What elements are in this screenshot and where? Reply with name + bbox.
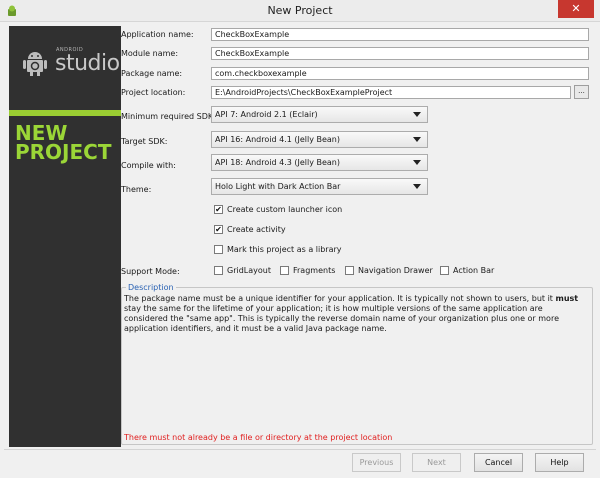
error-message: There must not already be a file or dire…: [124, 433, 393, 442]
accent-bar: [9, 110, 121, 116]
create-launcher-icon-label: Create custom launcher icon: [227, 205, 343, 214]
sidebar-banner: ANDROID studio NEW PROJECT: [9, 26, 121, 447]
previous-button[interactable]: Previous: [352, 453, 401, 472]
title-bar: New Project ✕: [0, 0, 600, 22]
empty-checkbox-icon: [345, 266, 354, 275]
support-mode-label: Support Mode:: [121, 267, 180, 276]
fragments-checkbox[interactable]: Fragments: [280, 266, 335, 275]
package-name-input[interactable]: com.checkboxexample: [211, 67, 589, 80]
create-activity-label: Create activity: [227, 225, 286, 234]
compile-with-label: Compile with:: [121, 161, 176, 170]
mark-library-label: Mark this project as a library: [227, 245, 342, 254]
target-sdk-label: Target SDK:: [121, 137, 168, 146]
theme-label: Theme:: [121, 185, 152, 194]
empty-checkbox-icon: [214, 245, 223, 254]
package-name-label: Package name:: [121, 69, 183, 78]
gridlayout-label: GridLayout: [227, 266, 271, 275]
create-activity-checkbox[interactable]: ✔ Create activity: [214, 225, 286, 234]
navigation-drawer-checkbox[interactable]: Navigation Drawer: [345, 266, 433, 275]
chevron-down-icon: [413, 112, 421, 117]
fragments-label: Fragments: [293, 266, 336, 275]
description-text-emphasis: must: [555, 294, 579, 303]
close-button[interactable]: ✕: [558, 0, 594, 18]
chevron-down-icon: [413, 160, 421, 165]
logo-word: studio: [55, 51, 120, 76]
description-text: The package name must be a unique identi…: [124, 294, 588, 334]
project-location-label: Project location:: [121, 88, 186, 97]
gridlayout-checkbox[interactable]: GridLayout: [214, 266, 271, 275]
description-text-part: The package name must be a unique identi…: [124, 294, 556, 303]
navigation-drawer-label: Navigation Drawer: [358, 266, 433, 275]
chevron-down-icon: [413, 137, 421, 142]
empty-checkbox-icon: [214, 266, 223, 275]
checkmark-icon: ✔: [214, 205, 223, 214]
chevron-down-icon: [413, 184, 421, 189]
help-button[interactable]: Help: [535, 453, 584, 472]
android-studio-logo: ANDROID studio: [21, 43, 121, 83]
action-bar-label: Action Bar: [453, 266, 495, 275]
compile-with-value: API 18: Android 4.3 (Jelly Bean): [215, 158, 340, 167]
module-name-input[interactable]: CheckBoxExample: [211, 47, 589, 60]
target-sdk-value: API 16: Android 4.1 (Jelly Bean): [215, 135, 340, 144]
module-name-label: Module name:: [121, 49, 179, 58]
action-bar-checkbox[interactable]: Action Bar: [440, 266, 494, 275]
target-sdk-select[interactable]: API 16: Android 4.1 (Jelly Bean): [211, 131, 428, 148]
min-sdk-label: Minimum required SDK:: [121, 112, 216, 121]
min-sdk-select[interactable]: API 7: Android 2.1 (Eclair): [211, 106, 428, 123]
create-launcher-icon-checkbox[interactable]: ✔ Create custom launcher icon: [214, 205, 342, 214]
application-name-input[interactable]: CheckBoxExample: [211, 28, 589, 41]
theme-value: Holo Light with Dark Action Bar: [215, 182, 341, 191]
mark-library-checkbox[interactable]: Mark this project as a library: [214, 245, 342, 254]
checkmark-icon: ✔: [214, 225, 223, 234]
application-name-label: Application name:: [121, 30, 194, 39]
cancel-button[interactable]: Cancel: [474, 453, 523, 472]
divider: [4, 449, 596, 450]
sidebar-heading: NEW PROJECT: [15, 121, 112, 164]
compile-with-select[interactable]: API 18: Android 4.3 (Jelly Bean): [211, 154, 428, 171]
min-sdk-value: API 7: Android 2.1 (Eclair): [215, 110, 318, 119]
next-button[interactable]: Next: [412, 453, 461, 472]
browse-button[interactable]: ...: [574, 85, 589, 99]
project-location-input[interactable]: E:\AndroidProjects\CheckBoxExampleProjec…: [211, 86, 571, 99]
android-robot-icon: [23, 52, 47, 76]
empty-checkbox-icon: [440, 266, 449, 275]
window-title: New Project: [267, 4, 333, 17]
empty-checkbox-icon: [280, 266, 289, 275]
theme-select[interactable]: Holo Light with Dark Action Bar: [211, 178, 428, 195]
description-text-part: stay the same for the lifetime of your a…: [124, 304, 559, 333]
description-legend: Description: [126, 283, 176, 292]
